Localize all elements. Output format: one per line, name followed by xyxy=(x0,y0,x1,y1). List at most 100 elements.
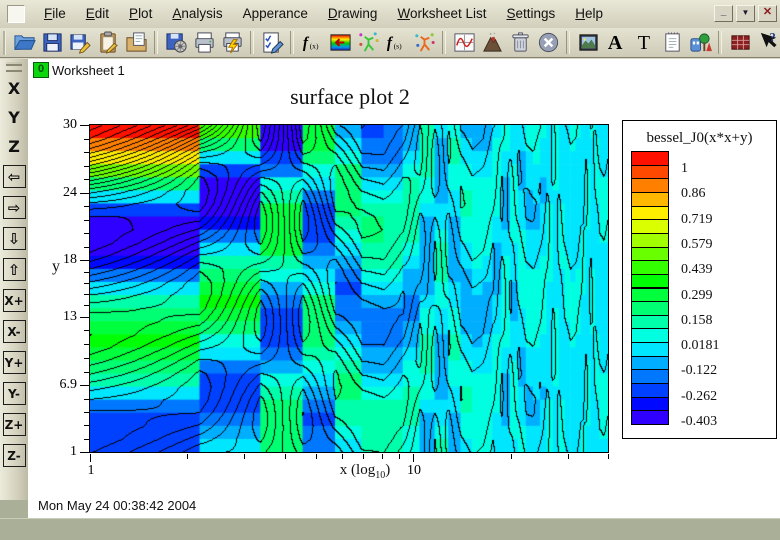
sidebar-grip[interactable] xyxy=(6,62,22,72)
toolbar-grip[interactable] xyxy=(3,31,6,55)
legend-color-segment xyxy=(631,328,669,343)
x-axis-tool-button[interactable]: X xyxy=(8,78,20,102)
plot-editor-button[interactable] xyxy=(450,29,478,57)
svg-text:T: T xyxy=(637,32,649,54)
menu-item-drawing[interactable]: Drawing xyxy=(318,0,388,28)
zoom-z-out-button[interactable]: Z- xyxy=(3,444,26,467)
shift-left-button[interactable]: ⇦ xyxy=(3,165,26,188)
zoom-x-out-button[interactable]: X- xyxy=(3,320,26,343)
menu-item-edit[interactable]: Edit xyxy=(76,0,119,28)
menu-items: FileEditPlotAnalysisApperanceDrawingWork… xyxy=(34,0,613,28)
x-axis-title-close: ) xyxy=(385,462,390,478)
legend-color-segment xyxy=(631,233,669,248)
new-2d-function-plot-button[interactable]: f(x) xyxy=(298,29,326,57)
paste-button[interactable] xyxy=(94,29,122,57)
export-button[interactable] xyxy=(162,29,190,57)
legend-color-segment xyxy=(631,165,669,180)
worksheet-tab[interactable]: 0 Worksheet 1 xyxy=(33,62,125,78)
zoom-z-in-button[interactable]: Z+ xyxy=(3,413,26,436)
shift-down-button[interactable]: ⇩ xyxy=(3,227,26,250)
menu-item-apperance[interactable]: Apperance xyxy=(233,0,318,28)
y-axis-major-tick xyxy=(80,125,89,126)
plot-title: surface plot 2 xyxy=(200,84,500,110)
menu-item-worksheet-list[interactable]: Worksheet List xyxy=(387,0,496,28)
y-axis-minor-tick xyxy=(84,247,89,248)
screenshot-button[interactable] xyxy=(574,29,602,57)
copy-button[interactable] xyxy=(122,29,150,57)
peak-fit-button[interactable] xyxy=(478,29,506,57)
title-text-icon: T xyxy=(633,31,656,54)
app-icon[interactable] xyxy=(7,5,25,23)
x-axis-tick-label: 1 xyxy=(80,463,102,479)
y-axis-minor-tick xyxy=(84,272,89,273)
y-axis-tick-label: 18 xyxy=(44,252,77,268)
x-axis-minor-tick xyxy=(568,454,569,459)
new-3d-scatter-plot-button[interactable] xyxy=(354,29,382,57)
plot-editor-icon xyxy=(453,31,476,54)
toolbar-buttons: f(x) f(s) AT? xyxy=(10,29,780,57)
shift-up-button[interactable]: ⇧ xyxy=(3,258,26,281)
legend-button[interactable] xyxy=(686,29,714,57)
whats-this-button[interactable]: ? xyxy=(754,29,780,57)
title-text-button[interactable]: T xyxy=(630,29,658,57)
menu-item-settings[interactable]: Settings xyxy=(497,0,566,28)
shade-button[interactable]: ▼ xyxy=(736,5,755,22)
y-axis-tick-label: 30 xyxy=(44,117,77,133)
x-axis-minor-tick xyxy=(363,454,364,459)
menu-item-analysis[interactable]: Analysis xyxy=(162,0,232,28)
y-axis-minor-tick xyxy=(84,330,89,331)
menu-item-file[interactable]: File xyxy=(34,0,76,28)
minimize-button[interactable]: _ xyxy=(714,5,733,22)
y-axis-minor-tick xyxy=(84,139,89,140)
x-axis-minor-tick xyxy=(342,454,343,459)
worksheet-tab-icon: 0 xyxy=(33,62,49,78)
y-axis-minor-tick xyxy=(84,372,89,373)
new-3d-curve-plot-button[interactable] xyxy=(410,29,438,57)
x-axis-minor-tick xyxy=(399,454,400,459)
open-button[interactable] xyxy=(10,29,38,57)
zoom-y-in-button[interactable]: Y+ xyxy=(3,351,26,374)
legend-color-segment xyxy=(631,301,669,316)
bottom-strip xyxy=(0,518,780,540)
save-button[interactable] xyxy=(38,29,66,57)
worksheet-properties-button[interactable] xyxy=(258,29,286,57)
svg-text:(x): (x) xyxy=(309,41,318,50)
close-worksheet-icon xyxy=(537,31,560,54)
legend-color-segment xyxy=(631,288,669,303)
save-edit-button[interactable] xyxy=(66,29,94,57)
menu-item-help[interactable]: Help xyxy=(565,0,613,28)
close-worksheet-button[interactable] xyxy=(534,29,562,57)
delete-button[interactable] xyxy=(506,29,534,57)
legend-title: bessel_J0(x*x+y) xyxy=(623,130,776,147)
legend-value-label: -0.403 xyxy=(681,414,717,430)
surface-plot-canvas[interactable] xyxy=(89,124,609,453)
x-axis-minor-tick xyxy=(187,454,188,459)
zoom-y-out-button[interactable]: Y- xyxy=(3,382,26,405)
y-axis-minor-tick xyxy=(84,358,89,359)
legend-color-segment xyxy=(631,356,669,371)
menu-item-plot[interactable]: Plot xyxy=(119,0,162,28)
status-datetime: Mon May 24 00:38:42 2004 xyxy=(38,498,196,513)
legend-color-segment xyxy=(631,260,669,275)
y-axis-minor-tick xyxy=(84,220,89,221)
print-quick-button[interactable] xyxy=(218,29,246,57)
zoom-x-in-button[interactable]: X+ xyxy=(3,289,26,312)
z-axis-tool-button[interactable]: Z xyxy=(8,136,20,160)
font-button[interactable]: A xyxy=(602,29,630,57)
legend-color-segment xyxy=(631,247,669,262)
new-3d-function-plot-button[interactable]: f(s) xyxy=(382,29,410,57)
new-2d-function-plot-icon: f(x) xyxy=(301,31,324,54)
y-axis-major-tick xyxy=(80,385,89,386)
legend-color-segment xyxy=(631,151,669,166)
worksheet-tab-label: Worksheet 1 xyxy=(52,63,125,78)
legend-color-segment xyxy=(631,178,669,193)
y-axis-tool-button[interactable]: Y xyxy=(8,107,20,131)
new-surface-plot-button[interactable] xyxy=(326,29,354,57)
shift-right-button[interactable]: ⇨ xyxy=(3,196,26,219)
legend-color-segment xyxy=(631,397,669,412)
project-notes-button[interactable] xyxy=(658,29,686,57)
grid-settings-button[interactable] xyxy=(726,29,754,57)
x-axis-minor-tick xyxy=(244,454,245,459)
close-button[interactable]: ✕ xyxy=(758,5,777,22)
print-button[interactable] xyxy=(190,29,218,57)
